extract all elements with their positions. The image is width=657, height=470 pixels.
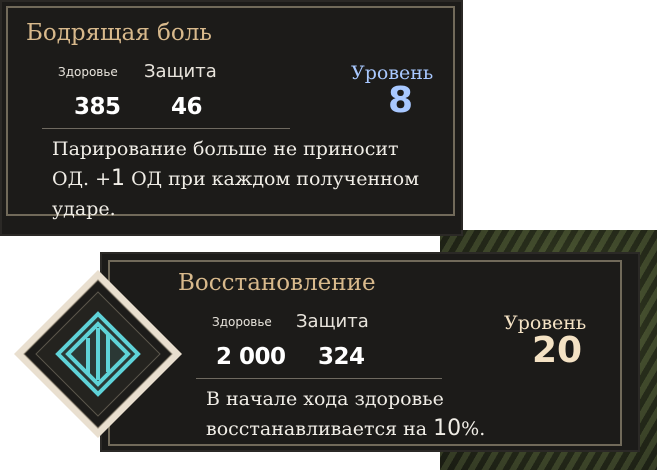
desc-text: восстанавливается на bbox=[206, 418, 434, 440]
desc-number: 1 bbox=[111, 166, 126, 191]
level-value: 8 bbox=[388, 80, 414, 121]
desc-text: %. bbox=[461, 418, 486, 440]
health-value: 2 000 bbox=[216, 344, 286, 370]
desc-line: ударе. bbox=[52, 198, 116, 220]
skill-title: Бодрящая боль bbox=[26, 20, 212, 46]
desc-line: восстанавливается на 10%. bbox=[206, 414, 626, 444]
health-value: 385 bbox=[74, 94, 121, 120]
desc-line: Парирование больше не приносит bbox=[52, 138, 399, 160]
defense-label: Защита bbox=[296, 311, 369, 332]
skill-description: В начале хода здоровье восстанавливается… bbox=[206, 384, 626, 444]
desc-text: ОД. + bbox=[52, 168, 112, 190]
skill-card-1: Бодрящая боль Здоровье Защита 385 46 Уро… bbox=[0, 0, 463, 236]
desc-text: ОД при каждом полученном bbox=[125, 168, 420, 190]
desc-line: В начале хода здоровье bbox=[206, 388, 444, 410]
level-value: 20 bbox=[532, 330, 583, 371]
health-label: Здоровье bbox=[212, 315, 272, 329]
stats-divider bbox=[42, 128, 290, 129]
teal-diamond-sigil-icon bbox=[12, 268, 184, 440]
defense-label: Защита bbox=[144, 61, 217, 82]
stats-divider bbox=[196, 378, 442, 379]
desc-number: 10 bbox=[433, 416, 462, 441]
defense-value: 46 bbox=[171, 94, 203, 120]
skill-description: Парирование больше не приносит ОД. +1 ОД… bbox=[52, 134, 462, 224]
defense-value: 324 bbox=[318, 344, 365, 370]
health-label: Здоровье bbox=[58, 65, 118, 79]
skill-title: Восстановление bbox=[178, 270, 376, 296]
desc-line: ОД. +1 ОД при каждом полученном bbox=[52, 164, 462, 194]
